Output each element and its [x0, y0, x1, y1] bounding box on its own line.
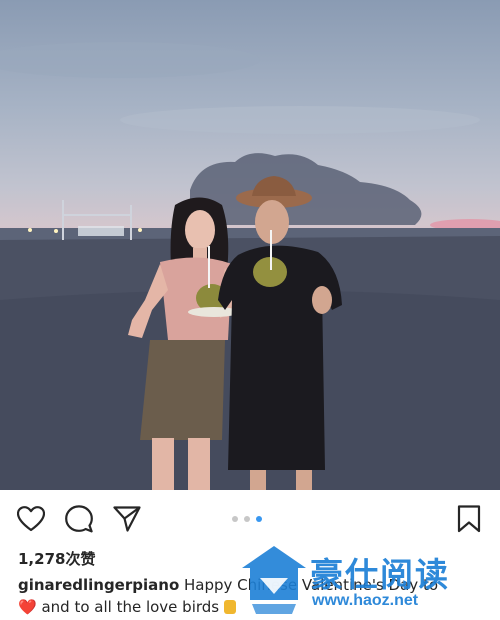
- beach-couple-photo: [0, 42, 500, 490]
- watermark-url: www.haoz.net: [312, 592, 419, 609]
- post-action-bar: [0, 490, 500, 548]
- watermark-title: 豪仕阅读: [310, 555, 450, 594]
- save-button[interactable]: [454, 504, 484, 534]
- carousel-dot: [232, 516, 238, 522]
- carousel-dot: [244, 516, 250, 522]
- watermark: 豪仕阅读 www.haoz.net: [238, 542, 500, 620]
- carousel-indicator: [232, 516, 262, 522]
- caption-text-2: and to all the love birds: [36, 598, 224, 616]
- carousel-dot-active: [256, 516, 262, 522]
- emoji-icon: [223, 600, 236, 614]
- watermark-logo-icon: [242, 546, 306, 614]
- comment-button[interactable]: [64, 504, 94, 534]
- likes-count[interactable]: 1,278次赞: [18, 548, 95, 569]
- heart-emoji: ❤️: [18, 598, 37, 616]
- paper-plane-icon: [113, 506, 141, 532]
- heart-outline-icon: [17, 506, 45, 532]
- like-button[interactable]: [16, 504, 46, 534]
- bookmark-icon: [457, 505, 481, 533]
- post-photo[interactable]: [0, 0, 500, 490]
- comment-bubble-icon: [65, 505, 93, 533]
- share-button[interactable]: [112, 504, 142, 534]
- caption-username[interactable]: ginaredlingerpiano: [18, 576, 179, 594]
